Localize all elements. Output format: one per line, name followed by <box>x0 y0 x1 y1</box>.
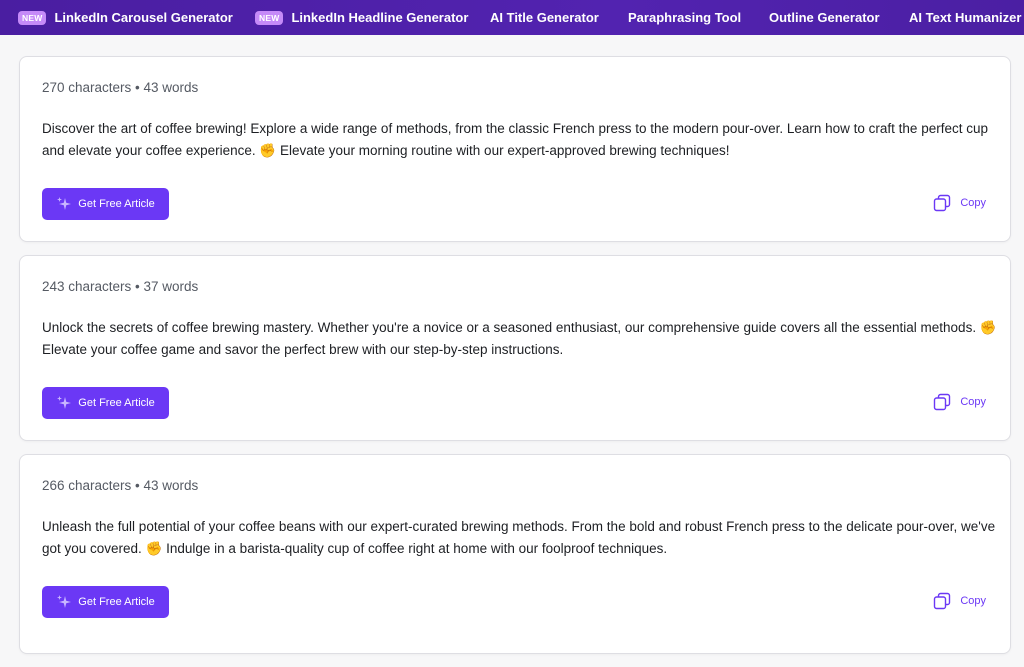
copy-label: Copy <box>960 595 986 607</box>
result-text: Unleash the full potential of your coffe… <box>42 519 996 556</box>
copy-button[interactable]: Copy <box>933 592 986 610</box>
nav-item-linkedin-carousel-generator[interactable]: NEW LinkedIn Carousel Generator <box>18 10 233 25</box>
result-text: Unlock the secrets of coffee brewing mas… <box>42 320 997 357</box>
get-free-article-button[interactable]: Get Free Article <box>42 188 169 220</box>
get-free-article-label: Get Free Article <box>78 596 155 608</box>
sparkle-icon <box>57 595 72 608</box>
nav-item-label: Paraphrasing Tool <box>628 10 742 25</box>
copy-button[interactable]: Copy <box>933 393 986 411</box>
nav-item-label: LinkedIn Headline Generator <box>291 10 469 25</box>
get-free-article-label: Get Free Article <box>78 397 155 409</box>
copy-icon <box>934 194 951 212</box>
result-card: 243 characters • 37 words Unlock the sec… <box>19 255 1011 441</box>
result-text: Discover the art of coffee brewing! Expl… <box>42 121 988 158</box>
results-list: 270 characters • 43 words Discover the a… <box>19 56 1011 667</box>
nav-item-linkedin-headline-generator[interactable]: NEW LinkedIn Headline Generator <box>255 10 468 25</box>
top-navigation: NEW LinkedIn Carousel Generator NEW Link… <box>0 0 1024 35</box>
nav-item-outline-generator[interactable]: Outline Generator <box>769 10 880 25</box>
nav-item-label: LinkedIn Carousel Generator <box>54 10 233 25</box>
nav-item-label: Outline Generator <box>769 10 880 25</box>
result-card: 270 characters • 43 words Discover the a… <box>19 56 1011 242</box>
sparkle-icon <box>57 197 72 210</box>
new-badge: NEW <box>18 10 47 25</box>
sparkle-icon <box>57 396 72 409</box>
nav-item-ai-title-generator[interactable]: AI Title Generator <box>490 10 599 25</box>
result-card: 266 characters • 43 words Unleash the fu… <box>19 454 1011 654</box>
copy-label: Copy <box>960 396 986 408</box>
new-badge: NEW <box>255 10 284 25</box>
copy-label: Copy <box>960 197 986 209</box>
result-stats: 270 characters • 43 words <box>42 80 199 95</box>
nav-item-label: AI Text Humanizer <box>909 10 1022 25</box>
nav-item-label: AI Title Generator <box>490 10 599 25</box>
result-stats: 243 characters • 37 words <box>42 279 199 294</box>
copy-button[interactable]: Copy <box>933 194 986 212</box>
nav-item-ai-text-humanizer[interactable]: AI Text Humanizer <box>909 10 1021 25</box>
get-free-article-label: Get Free Article <box>78 198 155 210</box>
nav-item-paraphrasing-tool[interactable]: Paraphrasing Tool <box>628 10 741 25</box>
copy-icon <box>934 393 951 411</box>
get-free-article-button[interactable]: Get Free Article <box>42 586 169 618</box>
get-free-article-button[interactable]: Get Free Article <box>42 387 169 419</box>
copy-icon <box>934 592 951 610</box>
result-stats: 266 characters • 43 words <box>42 478 199 493</box>
